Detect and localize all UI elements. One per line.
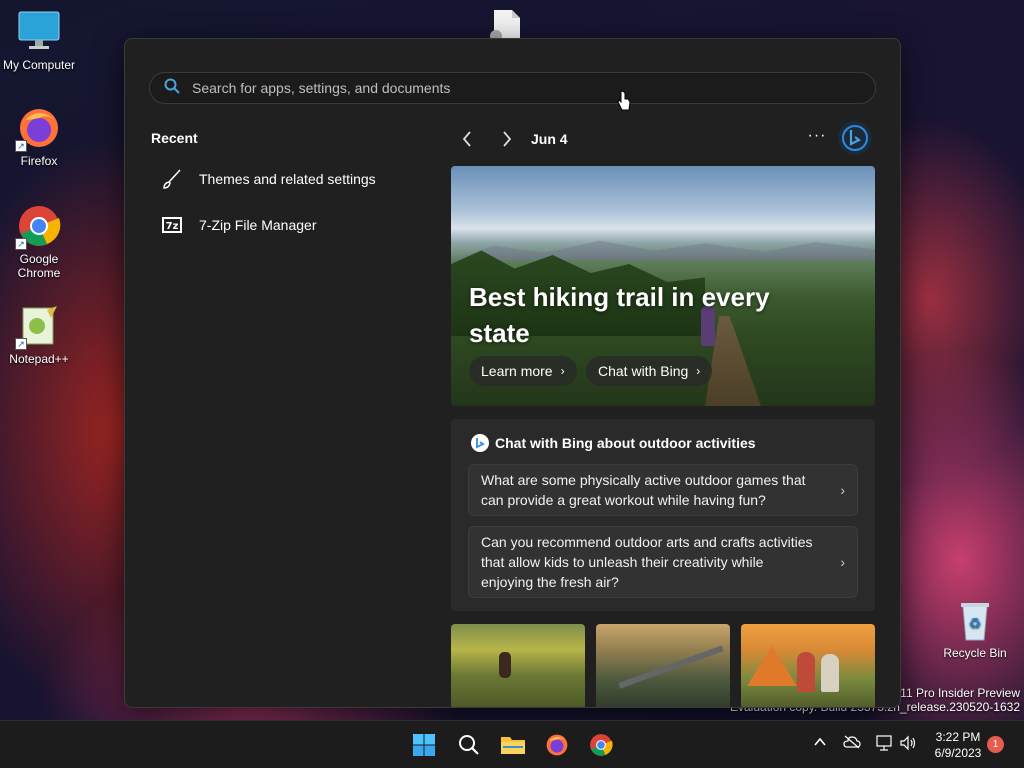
desktop-icon-label: Firefox bbox=[20, 154, 58, 168]
chevron-right-icon: › bbox=[840, 554, 845, 570]
chat-question[interactable]: What are some physically active outdoor … bbox=[468, 464, 858, 516]
network-icon[interactable] bbox=[874, 735, 894, 755]
chevron-right-icon: › bbox=[840, 482, 845, 498]
chevron-right-icon: › bbox=[560, 364, 565, 378]
brush-icon bbox=[159, 166, 185, 192]
desktop-icon-my-computer[interactable]: My Computer bbox=[1, 10, 77, 72]
previous-button[interactable] bbox=[453, 125, 481, 153]
search-box[interactable] bbox=[149, 72, 876, 104]
chevron-right-icon bbox=[503, 131, 512, 147]
bing-icon bbox=[471, 434, 489, 452]
recent-item-label: Themes and related settings bbox=[199, 171, 376, 187]
chat-question-text: Can you recommend outdoor arts and craft… bbox=[481, 534, 813, 590]
desktop-icon-label: Google Chrome bbox=[17, 252, 61, 280]
thumbnail-hiker bbox=[499, 652, 511, 678]
cloud-offline-icon[interactable] bbox=[842, 735, 862, 755]
clock-date: 6/9/2023 bbox=[934, 746, 982, 760]
chat-card-heading-text: Chat with Bing about outdoor activities bbox=[495, 435, 756, 451]
firefox-icon: ↗ bbox=[15, 106, 61, 152]
search-input[interactable] bbox=[192, 80, 875, 96]
thumbnail-card[interactable] bbox=[741, 624, 875, 707]
monitor-icon bbox=[17, 10, 61, 54]
bing-logo-button[interactable] bbox=[838, 121, 872, 155]
desktop-icon-label: Notepad++ bbox=[9, 352, 69, 366]
search-icon bbox=[164, 78, 180, 99]
recent-item-7zip[interactable]: 7z 7-Zip File Manager bbox=[151, 207, 431, 243]
hero-card[interactable]: Best hiking trail in every state Learn m… bbox=[451, 166, 875, 406]
desktop-icon-recycle-bin[interactable]: ♻ Recycle Bin bbox=[937, 598, 1013, 660]
chat-question[interactable]: Can you recommend outdoor arts and craft… bbox=[468, 526, 858, 598]
highlights-nav: Jun 4 bbox=[453, 125, 568, 153]
thumbnail-person bbox=[797, 652, 815, 692]
learn-more-label: Learn more bbox=[481, 363, 553, 379]
7zip-icon: 7z bbox=[159, 212, 185, 238]
thumbnail-card[interactable] bbox=[596, 624, 730, 707]
chrome-icon[interactable] bbox=[587, 731, 615, 759]
search-icon[interactable] bbox=[455, 731, 483, 759]
thumbnail-card[interactable] bbox=[451, 624, 585, 707]
hero-mountains bbox=[451, 240, 875, 260]
bing-icon bbox=[842, 125, 868, 151]
thumbnail-person bbox=[821, 654, 839, 692]
chevron-right-icon: › bbox=[696, 364, 701, 378]
thumbnail-tent bbox=[747, 646, 797, 686]
hero-title: Best hiking trail in every state bbox=[469, 282, 770, 348]
notepad-plus-plus-icon: ↗ bbox=[15, 304, 61, 350]
next-button[interactable] bbox=[493, 125, 521, 153]
desktop-icon-notepad-plus-plus[interactable]: ↗ Notepad++ bbox=[1, 304, 77, 366]
desktop-icon-label: My Computer bbox=[2, 58, 76, 72]
svg-text:7z: 7z bbox=[166, 221, 179, 232]
shortcut-arrow-icon: ↗ bbox=[15, 140, 27, 152]
chat-with-bing-card: Chat with Bing about outdoor activities … bbox=[451, 419, 875, 611]
desktop-icon-label: Recycle Bin bbox=[943, 646, 1007, 660]
windows-start-icon[interactable] bbox=[410, 731, 438, 759]
chat-with-bing-button[interactable]: Chat with Bing › bbox=[586, 356, 713, 386]
search-flyout: Recent Themes and related settings 7z 7-… bbox=[124, 38, 901, 708]
chevron-left-icon bbox=[462, 131, 471, 147]
hand-cursor-icon bbox=[617, 90, 631, 112]
recent-item-label: 7-Zip File Manager bbox=[199, 217, 317, 233]
desktop-icon-chrome[interactable]: ↗ Google Chrome bbox=[1, 204, 77, 280]
notification-badge[interactable]: 1 bbox=[987, 736, 1004, 753]
recent-item-themes[interactable]: Themes and related settings bbox=[151, 161, 431, 197]
recycle-bin-icon: ♻ bbox=[953, 598, 997, 642]
clock-time: 3:22 PM bbox=[935, 730, 981, 744]
shortcut-arrow-icon: ↗ bbox=[15, 238, 27, 250]
thumbnail-bridge bbox=[618, 645, 724, 689]
volume-icon[interactable] bbox=[898, 735, 918, 755]
svg-text:♻: ♻ bbox=[969, 616, 982, 632]
shortcut-arrow-icon: ↗ bbox=[15, 338, 27, 350]
recent-heading: Recent bbox=[151, 130, 198, 146]
system-clock[interactable]: 3:22 PM 6/9/2023 bbox=[926, 729, 990, 761]
chevron-up-icon[interactable] bbox=[810, 735, 830, 755]
more-options-button[interactable]: ··· bbox=[805, 127, 829, 151]
file-explorer-icon[interactable] bbox=[499, 731, 527, 759]
learn-more-button[interactable]: Learn more › bbox=[469, 356, 577, 386]
taskbar: 3:22 PM 6/9/2023 1 bbox=[0, 720, 1024, 768]
chat-with-bing-label: Chat with Bing bbox=[598, 363, 689, 379]
chat-card-heading: Chat with Bing about outdoor activities bbox=[471, 434, 756, 452]
firefox-icon[interactable] bbox=[543, 731, 571, 759]
chrome-icon: ↗ bbox=[15, 204, 61, 250]
chat-question-text: What are some physically active outdoor … bbox=[481, 472, 806, 508]
highlights-date: Jun 4 bbox=[531, 131, 568, 147]
desktop-icon-firefox[interactable]: ↗ Firefox bbox=[1, 106, 77, 168]
